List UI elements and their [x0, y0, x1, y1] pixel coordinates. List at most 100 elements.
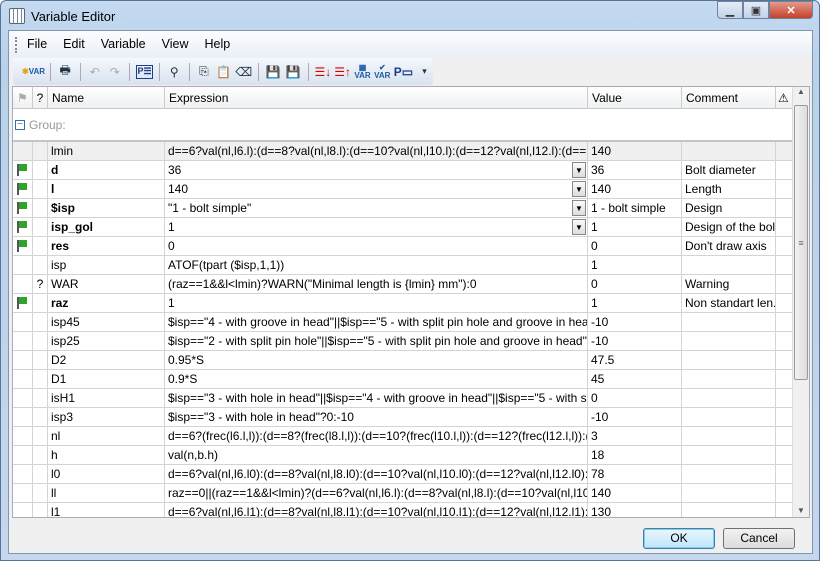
table-row[interactable]: l0 d==6?val(nl,l6.l0):(d==8?val(nl,l8.l0)… — [13, 465, 793, 484]
name-cell[interactable]: D1 — [48, 370, 165, 388]
dropdown-button[interactable]: ▼ — [572, 219, 586, 235]
ok-button[interactable]: OK — [643, 528, 715, 549]
new-variable-button[interactable]: ✱ VAR — [22, 61, 45, 82]
name-cell[interactable]: l — [48, 180, 165, 198]
comment-cell[interactable] — [682, 408, 776, 426]
table-row[interactable]: isp_gol 1 ▼ 1 Design of the bol... — [13, 218, 793, 237]
table-row[interactable]: raz 1 1 Non standart len... — [13, 294, 793, 313]
expression-cell[interactable]: d==6?val(nl,l6.l1):(d==8?val(nl,l8.l1):(… — [165, 503, 588, 517]
flag-cell[interactable] — [13, 237, 33, 255]
menu-help[interactable]: Help — [205, 37, 231, 51]
expression-cell[interactable]: 0.9*S — [165, 370, 588, 388]
name-cell[interactable]: isH1 — [48, 389, 165, 407]
comment-cell[interactable] — [682, 465, 776, 483]
cancel-button[interactable]: Cancel — [723, 528, 795, 549]
comment-cell[interactable] — [682, 370, 776, 388]
flag-cell[interactable] — [13, 370, 33, 388]
menu-view[interactable]: View — [162, 37, 189, 51]
menu-variable[interactable]: Variable — [101, 37, 146, 51]
table-row[interactable]: res 0 0 Don't draw axis — [13, 237, 793, 256]
expression-cell[interactable]: "1 - bolt simple" ▼ — [165, 199, 588, 217]
table-row[interactable]: $isp "1 - bolt simple" ▼ 1 - bolt simple Des… — [13, 199, 793, 218]
dropdown-button[interactable]: ▼ — [572, 181, 586, 197]
vertical-scrollbar[interactable]: ▲ ≡ ▼ — [792, 87, 809, 517]
name-cell[interactable]: isp — [48, 256, 165, 274]
find-icon[interactable]: ⚲ — [166, 61, 183, 82]
name-cell[interactable]: res — [48, 237, 165, 255]
flag-cell[interactable] — [13, 275, 33, 293]
table-row[interactable]: D2 0.95*S 47.5 — [13, 351, 793, 370]
save-sorted-icon[interactable]: 💾 — [265, 61, 282, 82]
expression-cell[interactable]: 0 — [165, 237, 588, 255]
paste-icon[interactable]: 📋 — [215, 61, 232, 82]
table-row[interactable]: isp ATOF(tpart ($isp,1,1)) 1 — [13, 256, 793, 275]
flag-cell[interactable] — [13, 332, 33, 350]
name-cell[interactable]: isp3 — [48, 408, 165, 426]
flag-cell[interactable] — [13, 389, 33, 407]
redo-icon[interactable]: ↷ — [106, 61, 123, 82]
table-row[interactable]: isp25 $isp=="2 - with split pin hole"||$i… — [13, 332, 793, 351]
comment-cell[interactable]: Don't draw axis — [682, 237, 776, 255]
flag-cell[interactable] — [13, 313, 33, 331]
value-column-header[interactable]: Value — [588, 87, 682, 109]
expression-column-header[interactable]: Expression — [165, 87, 588, 109]
comment-cell[interactable] — [682, 256, 776, 274]
comment-cell[interactable] — [682, 503, 776, 517]
flag-cell[interactable] — [13, 427, 33, 445]
name-cell[interactable]: l1 — [48, 503, 165, 517]
expression-cell[interactable]: d==6?val(nl,l6.l0):(d==8?val(nl,l8.l0):(… — [165, 465, 588, 483]
table-row[interactable]: ll raz==0||(raz==1&&l<lmin)?(d==6?val(nl,… — [13, 484, 793, 503]
comment-column-header[interactable]: Comment — [682, 87, 776, 109]
expression-cell[interactable]: 140 ▼ — [165, 180, 588, 198]
expression-cell[interactable]: $isp=="3 - with hole in head"||$isp=="4 … — [165, 389, 588, 407]
comment-cell[interactable] — [682, 332, 776, 350]
expression-cell[interactable]: $isp=="4 - with groove in head"||$isp=="… — [165, 313, 588, 331]
flag-column-header[interactable]: ⚑ — [13, 87, 33, 109]
flag-cell[interactable] — [13, 408, 33, 426]
flag-cell[interactable] — [13, 218, 33, 236]
name-cell[interactable]: nl — [48, 427, 165, 445]
properties-icon[interactable]: P▭ — [394, 61, 413, 82]
table-row[interactable]: isH1 $isp=="3 - with hole in head"||$isp=… — [13, 389, 793, 408]
comment-cell[interactable] — [682, 389, 776, 407]
comment-cell[interactable]: Design of the bol... — [682, 218, 776, 236]
comment-cell[interactable]: Warning — [682, 275, 776, 293]
table-row[interactable]: h val(n,b.h) 18 — [13, 446, 793, 465]
dropdown-button[interactable]: ▼ — [572, 200, 586, 216]
name-cell[interactable]: lmin — [48, 142, 165, 160]
undo-icon[interactable]: ↶ — [86, 61, 103, 82]
toolbar-overflow-icon[interactable]: ▾ — [416, 61, 433, 82]
name-cell[interactable]: isp_gol — [48, 218, 165, 236]
scrollbar-thumb[interactable]: ≡ — [794, 105, 808, 380]
flag-cell[interactable] — [13, 446, 33, 464]
expression-cell[interactable]: ATOF(tpart ($isp,1,1)) — [165, 256, 588, 274]
flag-cell[interactable] — [13, 199, 33, 217]
print-icon[interactable]: 🖶 — [57, 61, 74, 82]
name-column-header[interactable]: Name — [48, 87, 165, 109]
flag-cell[interactable] — [13, 465, 33, 483]
name-cell[interactable]: WAR — [48, 275, 165, 293]
comment-cell[interactable] — [682, 313, 776, 331]
name-cell[interactable]: $isp — [48, 199, 165, 217]
menu-grip[interactable] — [15, 37, 17, 53]
move-down-icon[interactable]: ☰↓ — [314, 61, 331, 82]
clear-icon[interactable]: ⌫ — [235, 61, 252, 82]
name-cell[interactable]: isp45 — [48, 313, 165, 331]
comment-cell[interactable] — [682, 142, 776, 160]
copy-icon[interactable]: ⎘ — [196, 61, 213, 82]
flag-cell[interactable] — [13, 484, 33, 502]
variable-table-button[interactable]: ▦ VAR — [354, 61, 371, 82]
flag-cell[interactable] — [13, 294, 33, 312]
comment-cell[interactable]: Non standart len... — [682, 294, 776, 312]
expression-cell[interactable]: 1 ▼ — [165, 218, 588, 236]
table-row[interactable]: l 140 ▼ 140 Length — [13, 180, 793, 199]
table-row[interactable]: lmin d==6?val(nl,l6.l):(d==8?val(nl,l8.l)… — [13, 142, 793, 161]
comment-cell[interactable] — [682, 351, 776, 369]
name-cell[interactable]: h — [48, 446, 165, 464]
comment-cell[interactable]: Bolt diameter — [682, 161, 776, 179]
flag-cell[interactable] — [13, 503, 33, 517]
flag-cell[interactable] — [13, 161, 33, 179]
comment-cell[interactable]: Design — [682, 199, 776, 217]
dropdown-button[interactable]: ▼ — [572, 162, 586, 178]
table-row[interactable]: D1 0.9*S 45 — [13, 370, 793, 389]
